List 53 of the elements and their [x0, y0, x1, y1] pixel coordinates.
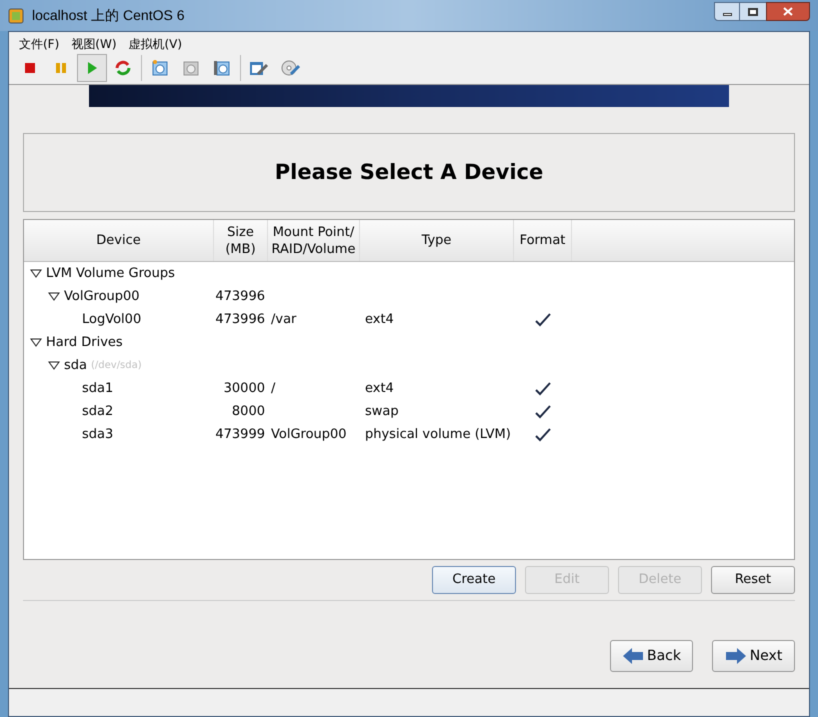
device-name: LVM Volume Groups: [46, 264, 175, 283]
mount-cell: VolGroup00: [271, 426, 347, 442]
clock-icon: [213, 59, 231, 77]
clock-icon: [151, 59, 169, 77]
size-cell: 30000: [224, 380, 265, 396]
device-name: VolGroup00: [64, 288, 140, 306]
column-header[interactable]: Device: [24, 220, 214, 261]
type-cell: ext4: [365, 312, 394, 327]
minimize-icon: [722, 13, 732, 16]
column-header[interactable]: Type: [360, 220, 514, 261]
menu-item[interactable]: 虚拟机(V): [128, 34, 182, 52]
minimize-button[interactable]: [714, 2, 740, 21]
size-cell: 473996: [215, 312, 265, 327]
left-arrow-icon: [622, 647, 644, 665]
column-header[interactable]: Format: [514, 220, 572, 261]
right-arrow-icon: [724, 647, 747, 665]
maximize-icon: [748, 8, 758, 16]
size-cell: 8000: [232, 404, 265, 419]
pause-icon: [55, 62, 67, 74]
column-header[interactable]: Size (MB): [214, 220, 268, 261]
back-button[interactable]: Back: [610, 640, 693, 672]
device-name: Hard Drives: [46, 334, 123, 352]
menu-item[interactable]: 文件(F): [19, 34, 60, 52]
maximize-button[interactable]: [740, 2, 766, 21]
stop-icon: [24, 62, 36, 74]
window-title: localhost 上的 CentOS 6: [32, 6, 186, 25]
device-name: sda1: [82, 380, 114, 398]
size-cell: 473999: [215, 426, 265, 442]
close-button[interactable]: [766, 2, 810, 21]
action-button[interactable]: Create: [432, 566, 516, 594]
type-cell: physical volume (LVM): [365, 426, 511, 442]
heading: Please Select A Device: [274, 158, 544, 186]
type-cell: ext4: [365, 380, 394, 396]
next-button[interactable]: Next: [712, 640, 795, 672]
menu-item[interactable]: 视图(W): [71, 34, 116, 52]
play-icon: [86, 61, 98, 75]
action-button[interactable]: Reset: [711, 566, 795, 594]
device-name: sda2: [82, 402, 114, 421]
device-name: LogVol00: [82, 310, 142, 329]
column-header[interactable]: Mount Point/ RAID/Volume: [268, 220, 360, 261]
wrench-icon: [249, 59, 269, 77]
device-name: sda3: [82, 426, 114, 444]
refresh-icon: [114, 59, 132, 77]
close-icon: [783, 7, 793, 16]
device-path: (/dev/sda): [91, 359, 142, 373]
app-icon: [8, 8, 24, 24]
size-cell: 473996: [215, 288, 265, 304]
type-cell: swap: [365, 404, 399, 419]
mount-cell: /: [271, 380, 276, 396]
mount-cell: /var: [271, 312, 296, 327]
clock-icon: [182, 59, 200, 77]
device-name: sda: [64, 356, 87, 375]
disc-icon: [280, 59, 300, 77]
